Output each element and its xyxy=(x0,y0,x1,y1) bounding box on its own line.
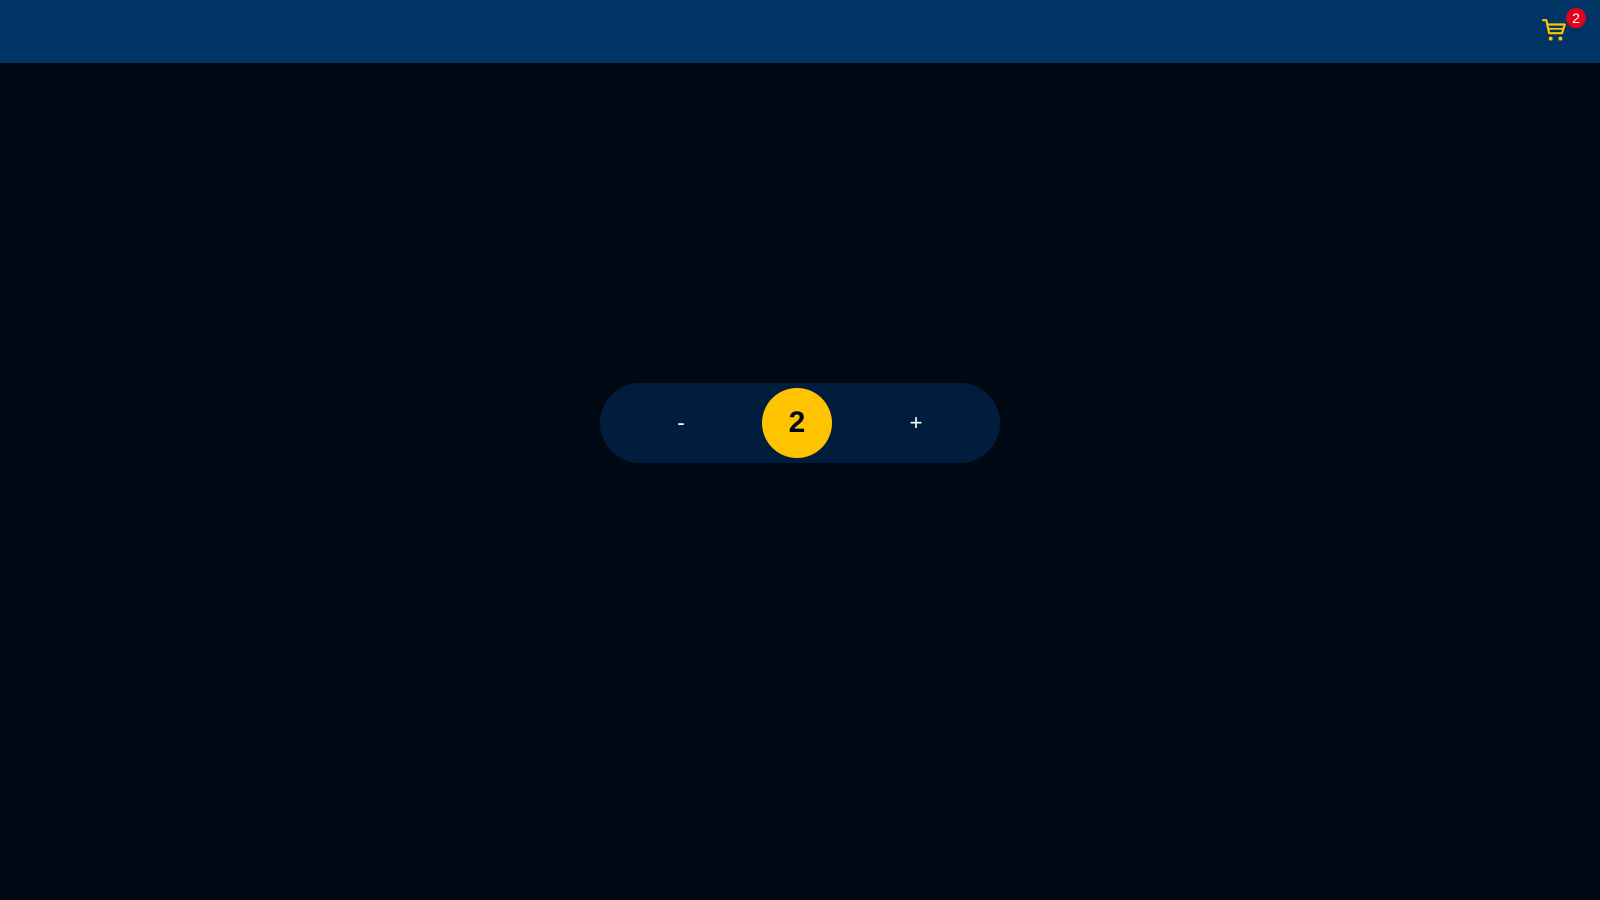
quantity-value: 2 xyxy=(762,388,832,458)
top-bar: 2 xyxy=(0,0,1600,63)
cart-button[interactable]: 2 xyxy=(1540,8,1586,48)
decrement-button[interactable]: - xyxy=(651,383,711,463)
shopping-cart-icon xyxy=(1542,19,1566,41)
cart-count-badge: 2 xyxy=(1566,8,1586,28)
increment-button[interactable]: + xyxy=(886,383,946,463)
quantity-stepper: - 2 + xyxy=(600,383,1000,463)
